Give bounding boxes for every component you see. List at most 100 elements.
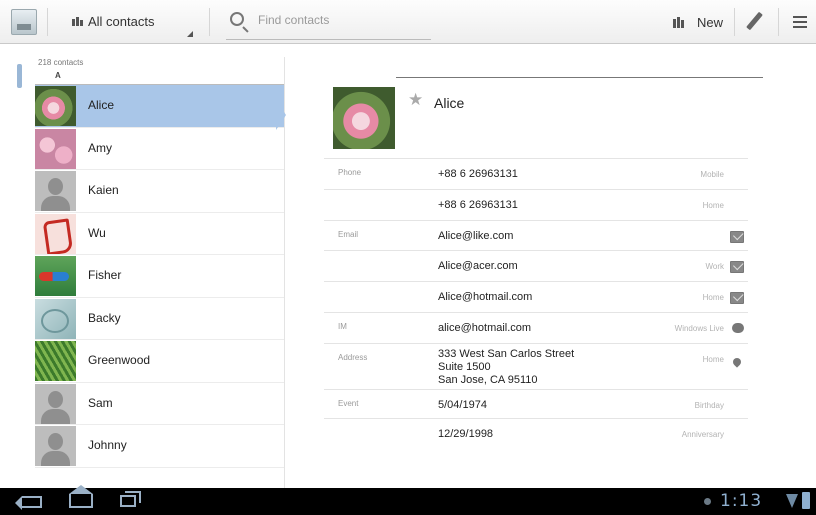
field-value: Alice@like.com (438, 230, 514, 242)
contact-photo (35, 298, 76, 339)
filter-label: All contacts (88, 14, 155, 29)
contact-name: Johnny (88, 438, 127, 452)
status-clock[interactable]: 1:13 (720, 491, 762, 511)
contact-detail-pane: ★ Alice Phone +88 6 26963131 Mobile +88 … (300, 44, 816, 488)
map-pin-icon[interactable] (731, 356, 743, 368)
menu-icon (793, 16, 807, 18)
contact-row-sam[interactable]: Sam (35, 383, 284, 425)
field-row-email-home[interactable]: Alice@hotmail.com Home (324, 281, 748, 312)
chat-icon[interactable] (732, 323, 744, 333)
wifi-icon (786, 494, 798, 508)
contact-photo (35, 256, 76, 296)
back-icon[interactable] (15, 496, 42, 510)
field-type: Home (702, 201, 724, 210)
field-row-phone-mobile[interactable]: Phone +88 6 26963131 Mobile (324, 158, 748, 189)
field-type: Home (702, 355, 724, 364)
field-kind: Address (338, 353, 368, 362)
contact-row-alice[interactable]: Alice (35, 85, 284, 128)
field-type: Home (702, 293, 724, 302)
field-row-phone-home[interactable]: +88 6 26963131 Home (324, 189, 748, 220)
field-row-email-1[interactable]: Email Alice@like.com (324, 220, 748, 250)
contact-name: Kaien (88, 183, 119, 197)
divider (209, 8, 210, 36)
pencil-icon (746, 11, 763, 31)
contacts-app-icon[interactable] (11, 9, 37, 35)
contact-row-backy[interactable]: Backy (35, 298, 284, 340)
field-type: Anniversary (681, 430, 724, 439)
selection-pointer (276, 100, 286, 130)
action-bar: All contacts New (0, 0, 816, 44)
field-type: Work (705, 262, 724, 271)
field-kind: Event (338, 399, 359, 408)
dropdown-corner-icon (187, 31, 193, 37)
favorite-star-icon[interactable]: ★ (408, 90, 423, 110)
contact-row-johnny[interactable]: Johnny (35, 425, 284, 468)
field-row-event-birthday[interactable]: Event 5/04/1974 Birthday (324, 389, 748, 418)
search-box (226, 6, 431, 40)
field-type: Birthday (694, 401, 724, 410)
detail-divider (396, 77, 763, 78)
contact-name: Alice (88, 98, 115, 112)
field-kind: Email (338, 230, 359, 239)
contact-name: Fisher (88, 268, 122, 282)
edit-button[interactable] (742, 10, 768, 36)
search-icon[interactable] (230, 12, 244, 26)
contact-photo (35, 341, 76, 381)
people-icon (72, 17, 83, 26)
mail-icon[interactable] (730, 292, 744, 304)
contact-photo (35, 86, 76, 126)
contact-list: 218 contacts A Alice Amy Kaien Wu Fisher… (35, 57, 285, 488)
search-input[interactable] (258, 10, 428, 30)
field-row-event-anniversary[interactable]: 12/29/1998 Anniversary (324, 418, 748, 449)
field-value: Alice@hotmail.com (438, 291, 533, 303)
contact-row-greenwood[interactable]: Greenwood (35, 340, 284, 383)
default-avatar-icon (35, 383, 76, 424)
default-avatar-icon (35, 171, 76, 211)
new-contact-button[interactable]: New (665, 6, 729, 38)
notification-icon[interactable] (704, 498, 711, 505)
contact-photo (35, 128, 76, 169)
section-header: A (35, 69, 284, 85)
field-kind: IM (338, 322, 347, 331)
mail-icon[interactable] (730, 261, 744, 273)
divider (47, 8, 48, 36)
field-value: 12/29/1998 (438, 428, 494, 440)
contact-row-fisher[interactable]: Fisher (35, 255, 284, 298)
field-type: Windows Live (674, 324, 724, 333)
contact-name: Wu (88, 225, 106, 240)
field-value: alice@hotmail.com (438, 322, 532, 334)
mail-icon[interactable] (730, 231, 744, 243)
divider (734, 8, 735, 36)
field-row-address[interactable]: Address 333 West San Carlos Street Suite… (324, 343, 748, 389)
default-avatar-icon (35, 426, 76, 466)
field-kind: Phone (338, 168, 362, 177)
field-value: 333 West San Carlos Street Suite 1500 Sa… (438, 348, 575, 386)
home-icon[interactable] (69, 485, 93, 508)
divider (778, 8, 779, 36)
recent-apps-icon[interactable] (120, 491, 141, 507)
contact-count: 218 contacts (38, 58, 84, 67)
field-type: Mobile (700, 170, 724, 179)
contact-name: Sam (88, 395, 113, 410)
system-bar: 1:13 (0, 485, 816, 515)
contact-row-wu[interactable]: Wu (35, 213, 284, 255)
contact-row-kaien[interactable]: Kaien (35, 170, 284, 213)
contact-name: Backy (88, 310, 121, 325)
contact-name: Amy (88, 140, 112, 155)
add-contact-icon (673, 16, 687, 28)
field-value: 5/04/1974 (438, 399, 487, 411)
field-value: Alice@acer.com (438, 260, 518, 272)
new-label: New (697, 15, 724, 30)
contact-name: Greenwood (88, 353, 151, 367)
list-scrollbar[interactable] (17, 64, 22, 88)
field-value: +88 6 26963131 (438, 168, 518, 180)
contact-detail-name: Alice (434, 95, 465, 111)
battery-icon (802, 492, 810, 509)
contact-row-amy[interactable]: Amy (35, 128, 284, 170)
contact-detail-photo[interactable] (333, 87, 395, 149)
field-row-email-work[interactable]: Alice@acer.com Work (324, 250, 748, 281)
overflow-menu-button[interactable] (788, 12, 812, 34)
field-row-im[interactable]: IM alice@hotmail.com Windows Live (324, 312, 748, 343)
field-value: +88 6 26963131 (438, 199, 518, 211)
contacts-filter-dropdown[interactable]: All contacts (60, 0, 200, 44)
